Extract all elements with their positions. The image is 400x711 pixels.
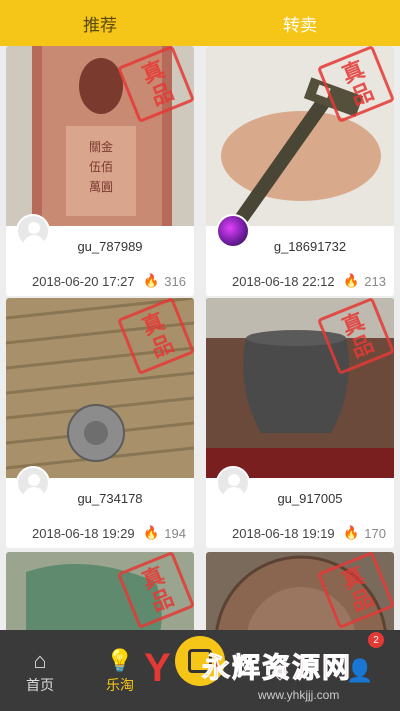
bulb-icon: 💡 <box>106 647 134 673</box>
compass-icon: ◈ <box>271 657 289 683</box>
username[interactable]: gu_734178 <box>77 491 142 506</box>
nav-discover[interactable]: ◈ <box>240 630 320 711</box>
item-image-jade[interactable]: 真品 <box>6 552 194 630</box>
item-card[interactable]: 真品 gu_917005 2018-06-18 19:19 🔥 170 <box>206 298 394 548</box>
item-card[interactable]: 真品 <box>6 552 194 630</box>
item-image-banknote[interactable]: 關金 伍佰 萬圓 真品 <box>6 46 194 226</box>
avatar[interactable] <box>16 466 50 500</box>
home-icon: ⌂ <box>33 647 47 673</box>
notification-badge: 2 <box>368 632 384 648</box>
avatar[interactable] <box>16 214 50 248</box>
heat-count: 🔥 213 <box>343 273 386 289</box>
item-card[interactable]: 關金 伍佰 萬圓 真品 gu_787989 2018-06-20 17:27 🔥… <box>6 46 194 296</box>
item-image-blade[interactable]: 真品 <box>206 46 394 226</box>
nav-letao[interactable]: 💡 乐淘 <box>80 630 160 711</box>
username[interactable]: gu_917005 <box>277 491 342 506</box>
heat-count: 🔥 170 <box>343 525 386 541</box>
avatar[interactable] <box>216 466 250 500</box>
nav-profile[interactable]: 👤 2 <box>320 630 400 711</box>
user-icon: 👤 <box>346 657 374 683</box>
svg-text:伍佰: 伍佰 <box>89 160 113 174</box>
username[interactable]: gu_787989 <box>77 239 142 254</box>
tab-recommend[interactable]: 推荐 <box>0 0 200 46</box>
fire-icon: 🔥 <box>143 273 160 288</box>
avatar[interactable] <box>216 214 250 248</box>
post-datetime: 2018-06-18 22:12 <box>232 273 335 289</box>
post-datetime: 2018-06-20 17:27 <box>32 273 135 289</box>
publish-button[interactable] <box>175 636 225 686</box>
username[interactable]: g_18691732 <box>274 239 346 254</box>
fire-icon: 🔥 <box>343 273 360 288</box>
item-card[interactable]: 真品 <box>206 552 394 630</box>
svg-text:萬圓: 萬圓 <box>89 180 113 194</box>
post-datetime: 2018-06-18 19:19 <box>232 525 335 541</box>
item-feed[interactable]: 關金 伍佰 萬圓 真品 gu_787989 2018-06-20 17:27 🔥… <box>0 46 400 630</box>
item-image-coin[interactable]: 真品 <box>6 298 194 478</box>
heat-count: 🔥 194 <box>143 525 186 541</box>
svg-text:關金: 關金 <box>89 139 113 154</box>
item-card[interactable]: 真品 g_18691732 2018-06-18 22:12 🔥 213 <box>206 46 394 296</box>
item-image-jar[interactable]: 真品 <box>206 298 394 478</box>
fire-icon: 🔥 <box>343 525 360 540</box>
item-image-copper-coin[interactable]: 真品 <box>206 552 394 630</box>
item-card[interactable]: 真品 gu_734178 2018-06-18 19:29 🔥 194 <box>6 298 194 548</box>
heat-count: 🔥 316 <box>143 273 186 289</box>
top-tab-bar: 推荐 转卖 <box>0 0 400 46</box>
tab-resell[interactable]: 转卖 <box>200 0 400 46</box>
post-datetime: 2018-06-18 19:29 <box>32 525 135 541</box>
nav-home[interactable]: ⌂ 首页 <box>0 630 80 711</box>
center-publish-icon <box>188 649 212 673</box>
fire-icon: 🔥 <box>143 525 160 540</box>
